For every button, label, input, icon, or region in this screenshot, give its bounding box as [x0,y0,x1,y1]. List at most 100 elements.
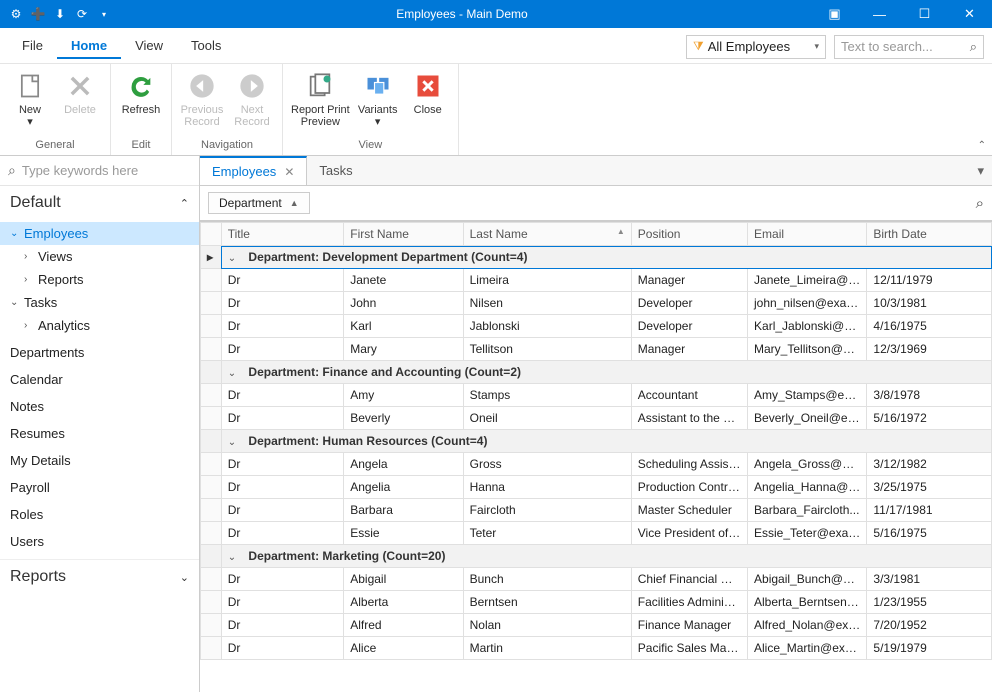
cell[interactable]: Dr [221,614,343,637]
column-header-last-name[interactable]: Last Name [463,223,631,246]
row-handle[interactable] [201,637,222,660]
sidebar-item-notes[interactable]: Notes [0,393,199,420]
table-row[interactable]: DrAlfredNolanFinance ManagerAlfred_Nolan… [201,614,992,637]
cell[interactable]: Master Scheduler [631,499,747,522]
row-handle[interactable] [201,614,222,637]
cell[interactable]: 10/3/1981 [867,292,992,315]
sidebar-section-default[interactable]: Default ⌃ [0,186,199,220]
cell[interactable]: Essie_Teter@examp... [748,522,867,545]
cell[interactable]: Angelia [344,476,463,499]
row-handle[interactable] [201,269,222,292]
cell[interactable]: Martin [463,637,631,660]
column-header-title[interactable]: Title [221,223,343,246]
table-row[interactable]: DrEssieTeterVice President of Pro...Essi… [201,522,992,545]
row-handle[interactable] [201,591,222,614]
cell[interactable]: Dr [221,407,343,430]
cell[interactable]: Gross [463,453,631,476]
table-row[interactable]: DrAlbertaBerntsenFacilities Administrati… [201,591,992,614]
row-handle[interactable] [201,292,222,315]
column-header-position[interactable]: Position [631,223,747,246]
cell[interactable]: Essie [344,522,463,545]
layout-icon[interactable]: ▣ [812,0,857,28]
table-row[interactable]: DrAngelaGrossScheduling AssistantAngela_… [201,453,992,476]
cell[interactable]: Angela_Gross@exa... [748,453,867,476]
cell[interactable]: Finance Manager [631,614,747,637]
sidebar-item-resumes[interactable]: Resumes [0,420,199,447]
cell[interactable]: Dr [221,292,343,315]
save-down-icon[interactable]: ⬇ [52,6,68,22]
ribbon-collapse-icon[interactable]: ⌃ [978,140,986,151]
cell[interactable]: Developer [631,292,747,315]
cell[interactable]: 3/25/1975 [867,476,992,499]
column-header-birth-date[interactable]: Birth Date [867,223,992,246]
data-grid[interactable]: TitleFirst NameLast NamePositionEmailBir… [200,221,992,692]
table-row[interactable]: DrJohnNilsenDeveloperjohn_nilsen@exampl.… [201,292,992,315]
cell[interactable]: Dr [221,338,343,361]
menu-tab-home[interactable]: Home [57,34,121,59]
sidebar-item-reports[interactable]: ›Reports [0,268,199,291]
group-row[interactable]: ▸⌄ Department: Development Department (C… [201,246,992,269]
cell[interactable]: 3/12/1982 [867,453,992,476]
cell[interactable]: Alberta [344,591,463,614]
group-row[interactable]: ⌄ Department: Human Resources (Count=4) [201,430,992,453]
cell[interactable]: 1/23/1955 [867,591,992,614]
cell[interactable]: John [344,292,463,315]
group-row-label[interactable]: ⌄ Department: Finance and Accounting (Co… [221,361,991,384]
sidebar-item-employees[interactable]: ⌄Employees [0,222,199,245]
cell[interactable]: Manager [631,338,747,361]
row-handle[interactable] [201,476,222,499]
cell[interactable]: Oneil [463,407,631,430]
cell[interactable]: 12/3/1969 [867,338,992,361]
cell[interactable]: Berntsen [463,591,631,614]
cell[interactable]: 11/17/1981 [867,499,992,522]
cell[interactable]: Jablonski [463,315,631,338]
cell[interactable]: 5/16/1975 [867,522,992,545]
search-box[interactable]: Text to search... ⌕ [834,35,984,59]
cell[interactable]: Nolan [463,614,631,637]
minimize-button[interactable]: — [857,0,902,28]
cell[interactable]: Abigail [344,568,463,591]
cell[interactable]: Abigail_Bunch@exa... [748,568,867,591]
cell[interactable]: 5/19/1979 [867,637,992,660]
group-panel[interactable]: Department ▲ ⌕ [200,186,992,221]
sidebar-item-calendar[interactable]: Calendar [0,366,199,393]
sidebar-item-views[interactable]: ›Views [0,245,199,268]
row-handle[interactable] [201,407,222,430]
table-row[interactable]: DrAngeliaHannaProduction Control ...Ange… [201,476,992,499]
column-header-email[interactable]: Email [748,223,867,246]
cell[interactable]: Production Control ... [631,476,747,499]
cell[interactable]: Angela [344,453,463,476]
row-handle[interactable] [201,568,222,591]
cell[interactable]: 7/20/1952 [867,614,992,637]
search-icon[interactable]: ⌕ [970,39,977,55]
cell[interactable]: Dr [221,453,343,476]
cell[interactable]: Janete [344,269,463,292]
table-row[interactable]: DrKarlJablonskiDeveloperKarl_Jablonski@e… [201,315,992,338]
cell[interactable]: Pacific Sales Manager [631,637,747,660]
close-window-button[interactable]: ✕ [947,0,992,28]
ribbon-close-button[interactable]: Close [406,68,450,116]
sidebar-section-reports[interactable]: Reports ⌄ [0,559,199,594]
gear-icon[interactable]: ⚙ [8,6,24,22]
quick-dropdown-icon[interactable]: ▾ [96,6,112,22]
sidebar-item-users[interactable]: Users [0,528,199,555]
group-row-label[interactable]: ⌄ Department: Human Resources (Count=4) [221,430,991,453]
cell[interactable]: Karl_Jablonski@exa... [748,315,867,338]
cell[interactable]: Accountant [631,384,747,407]
cell[interactable]: 5/16/1972 [867,407,992,430]
cell[interactable]: Dr [221,591,343,614]
cell[interactable]: 3/3/1981 [867,568,992,591]
tab-close-icon[interactable]: ✕ [284,165,294,179]
table-row[interactable]: DrBarbaraFairclothMaster SchedulerBarbar… [201,499,992,522]
menu-tab-tools[interactable]: Tools [177,34,235,59]
cell[interactable]: Dr [221,568,343,591]
cell[interactable]: Janete_Limeira@ex... [748,269,867,292]
refresh-quick-icon[interactable]: ⟳ [74,6,90,22]
cell[interactable]: Alfred [344,614,463,637]
tabs-dropdown-icon[interactable]: ▾ [969,163,992,179]
row-handle[interactable] [201,315,222,338]
table-row[interactable]: DrAliceMartinPacific Sales ManagerAlice_… [201,637,992,660]
row-handle[interactable] [201,522,222,545]
sidebar-item-analytics[interactable]: ›Analytics [0,314,199,337]
row-handle[interactable] [201,384,222,407]
